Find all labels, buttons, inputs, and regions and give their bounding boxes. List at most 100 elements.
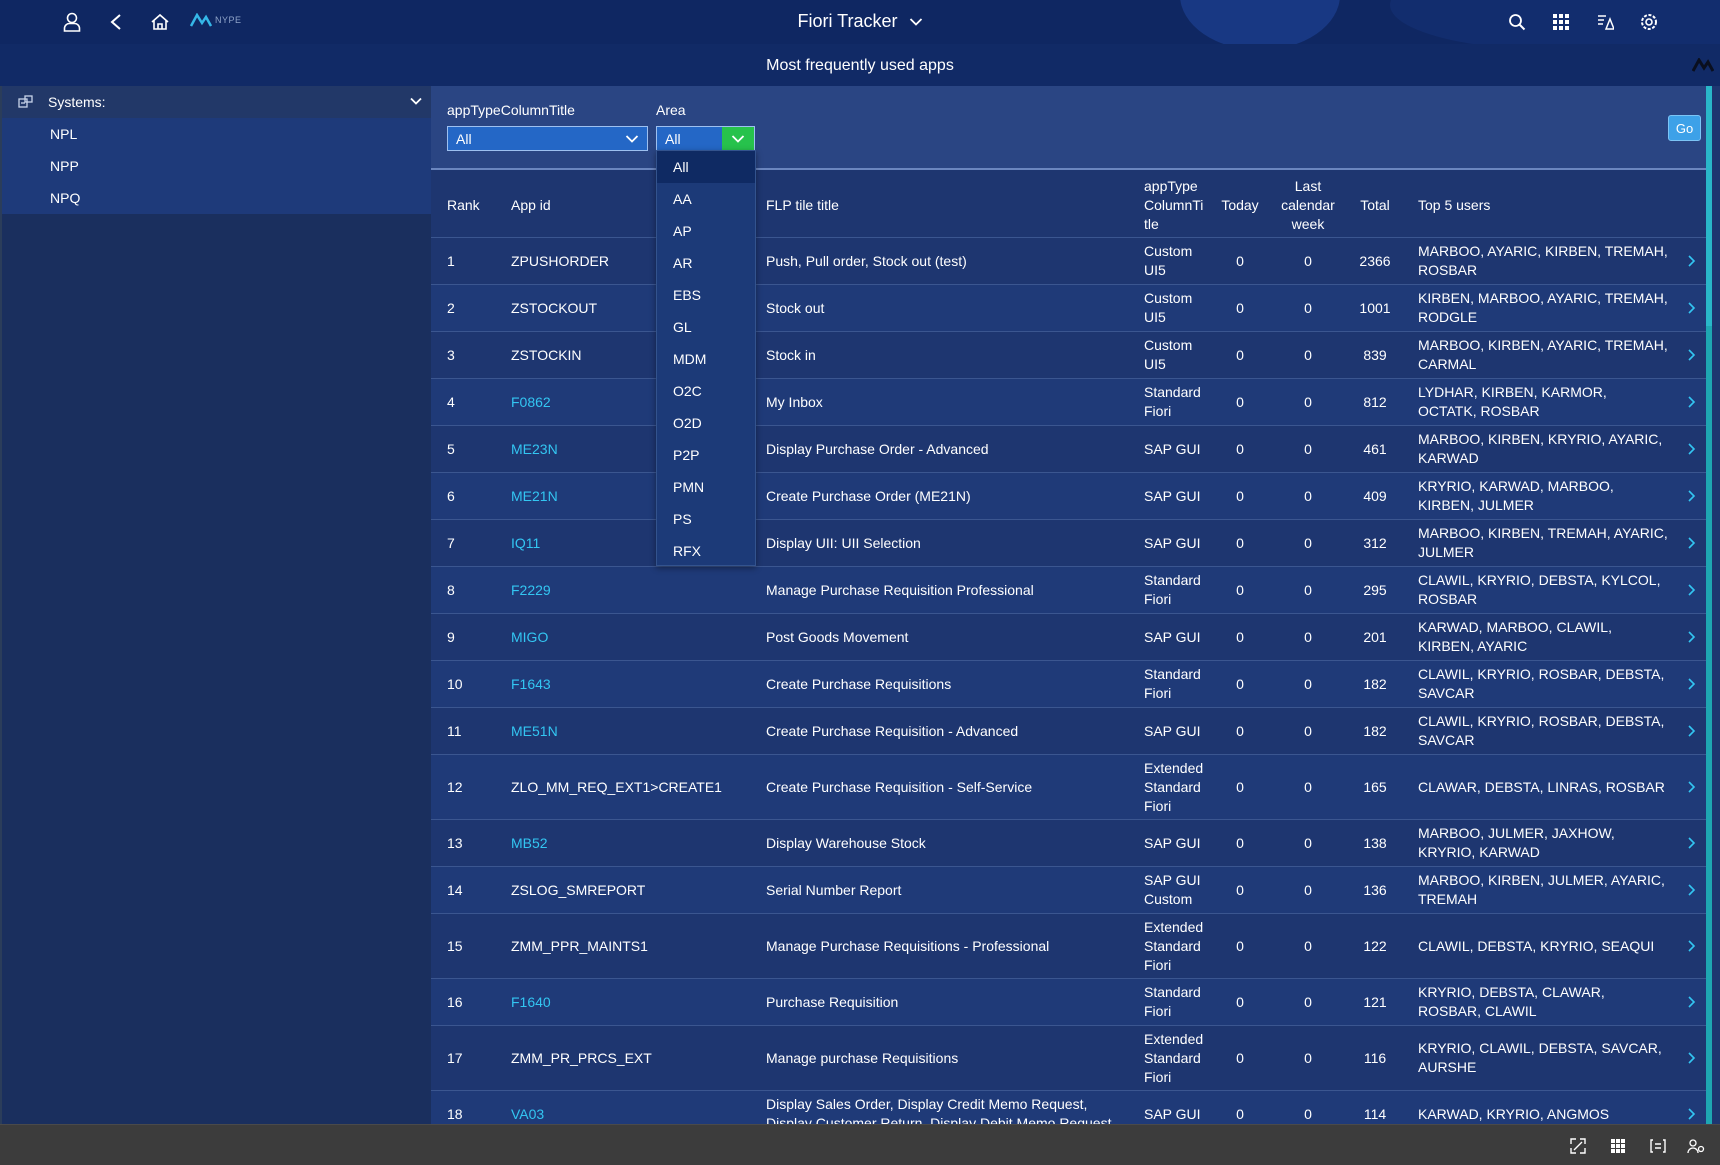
table-row[interactable]: 4 F0862 My Inbox Standard Fiori 0 0 812 LYDHAR,…	[431, 379, 1707, 426]
search-icon[interactable]	[1505, 10, 1529, 34]
area-dropdown-button[interactable]	[722, 127, 754, 150]
total-cell: 114	[1363, 1105, 1387, 1122]
table-row[interactable]: 10 F1643 Create Purchase Requisitions Stand…	[431, 661, 1707, 708]
app-finder-icon[interactable]	[1549, 10, 1573, 34]
table-row[interactable]: 12 ZLO_MM_REQ_EXT1>CREATE1 Create Purchase…	[431, 755, 1707, 820]
flp-title-cell: Create Purchase Requisition - Self-Servi…	[766, 778, 1033, 795]
chevron-down-icon[interactable]	[409, 94, 423, 108]
table-row[interactable]: 8 F2229 Manage Purchase Requisition Profes…	[431, 567, 1707, 614]
area-option-gl[interactable]: GL	[657, 311, 755, 343]
table-row[interactable]: 14 ZSLOG_SMREPORT Serial Number Report SAP …	[431, 867, 1707, 914]
fullscreen-icon[interactable]	[1568, 1136, 1588, 1156]
app-type-cell: SAP GUI	[1144, 440, 1201, 457]
flp-title-cell: Display UII: UII Selection	[766, 534, 921, 551]
area-option-mdm[interactable]: MDM	[657, 343, 755, 375]
chevron-right-icon[interactable]	[1687, 441, 1697, 457]
app-id-cell[interactable]: MIGO	[511, 614, 761, 660]
table-row[interactable]: 3 ZSTOCKIN Stock in Custom UI5 0 0 839 MARBOO, …	[431, 332, 1707, 379]
col-total[interactable]: Total	[1343, 172, 1407, 238]
chevron-right-icon[interactable]	[1687, 723, 1697, 739]
app-title-button[interactable]: Fiori Tracker	[797, 11, 922, 31]
table-row[interactable]: 1 ZPUSHORDER Push, Pull order, Stock out (…	[431, 238, 1707, 285]
chevron-right-icon[interactable]	[1687, 488, 1697, 504]
chevron-right-icon[interactable]	[1687, 394, 1697, 410]
col-last-week[interactable]: Last calendar week	[1276, 172, 1340, 238]
chevron-right-icon[interactable]	[1687, 535, 1697, 551]
vertical-scrollbar[interactable]	[1706, 86, 1712, 1124]
rank-cell: 16	[447, 993, 463, 1010]
app-type-cell: Extended Standard Fiori	[1144, 1030, 1204, 1085]
back-icon[interactable]	[104, 10, 128, 34]
area-option-o2d[interactable]: O2D	[657, 407, 755, 439]
col-today[interactable]: Today	[1208, 172, 1272, 238]
app-id-cell[interactable]: F2229	[511, 567, 761, 613]
chevron-right-icon[interactable]	[1687, 938, 1697, 954]
table-row[interactable]: 17 ZMM_PR_PRCS_EXT Manage purchase Requisi…	[431, 1026, 1707, 1091]
chevron-right-icon[interactable]	[1687, 882, 1697, 898]
table-row[interactable]: 18 VA03 Display Sales Order, Display Credi…	[431, 1091, 1707, 1124]
area-option-ps[interactable]: PS	[657, 503, 755, 535]
chevron-right-icon[interactable]	[1687, 779, 1697, 795]
col-app-type[interactable]: appType ColumnTi tle	[1144, 172, 1208, 238]
chevron-right-icon[interactable]	[1687, 994, 1697, 1010]
app-id-cell[interactable]: MB52	[511, 820, 761, 866]
table-row[interactable]: 7 IQ11 Display UII: UII Selection SAP GUI 0 0…	[431, 520, 1707, 567]
home-icon[interactable]	[148, 10, 172, 34]
area-option-pmn[interactable]: PMN	[657, 471, 755, 503]
col-flp-title[interactable]: FLP tile title	[766, 172, 1066, 238]
chevron-right-icon[interactable]	[1687, 835, 1697, 851]
chevron-right-icon[interactable]	[1687, 1106, 1697, 1122]
app-id-cell[interactable]: F1643	[511, 661, 761, 707]
chevron-right-icon[interactable]	[1687, 582, 1697, 598]
today-cell: 0	[1236, 487, 1244, 504]
flp-title-cell: Create Purchase Requisitions	[766, 675, 952, 692]
col-top-users[interactable]: Top 5 users	[1418, 172, 1678, 238]
go-button[interactable]: Go	[1668, 115, 1701, 141]
area-select[interactable]: All	[656, 126, 755, 151]
app-id-cell[interactable]: VA03	[511, 1091, 761, 1124]
notifications-icon[interactable]	[1593, 10, 1617, 34]
settings-icon[interactable]	[1637, 10, 1661, 34]
grid-icon[interactable]	[1608, 1136, 1628, 1156]
app-id-cell[interactable]: ME51N	[511, 708, 761, 754]
area-option-ap[interactable]: AP	[657, 215, 755, 247]
chevron-right-icon[interactable]	[1687, 253, 1697, 269]
table-row[interactable]: 6 ME21N Create Purchase Order (ME21N) SAP G…	[431, 473, 1707, 520]
table-row[interactable]: 11 ME51N Create Purchase Requisition - Adv…	[431, 708, 1707, 755]
last-week-cell: 0	[1304, 1105, 1312, 1122]
flp-title-cell: Serial Number Report	[766, 881, 902, 898]
sidebar-item-npp[interactable]: NPP	[2, 150, 431, 182]
app-id-cell: ZLO_MM_REQ_EXT1>CREATE1	[511, 778, 722, 795]
user-icon[interactable]	[60, 10, 84, 34]
table-row[interactable]: 16 F1640 Purchase Requisition Standard Fior…	[431, 979, 1707, 1026]
table-row[interactable]: 15 ZMM_PPR_MAINTS1 Manage Purchase Requisi…	[431, 914, 1707, 979]
chevron-right-icon[interactable]	[1687, 300, 1697, 316]
apptype-select[interactable]: All	[447, 126, 648, 151]
scrollbar-track[interactable]	[1706, 326, 1712, 1124]
area-option-rfx[interactable]: RFX	[657, 535, 755, 567]
sidebar-item-npq[interactable]: NPQ	[2, 182, 431, 214]
table-row[interactable]: 2 ZSTOCKOUT Stock out Custom UI5 0 0 1001 KIRBE…	[431, 285, 1707, 332]
area-option-aa[interactable]: AA	[657, 183, 755, 215]
systems-header[interactable]: Systems:	[2, 86, 431, 118]
area-option-p2p[interactable]: P2P	[657, 439, 755, 471]
chevron-right-icon[interactable]	[1687, 676, 1697, 692]
chevron-right-icon[interactable]	[1687, 629, 1697, 645]
today-cell: 0	[1236, 993, 1244, 1010]
list-icon[interactable]	[1648, 1136, 1668, 1156]
area-option-ar[interactable]: AR	[657, 247, 755, 279]
table-row[interactable]: 13 MB52 Display Warehouse Stock SAP GUI 0 0 13…	[431, 820, 1707, 867]
area-option-o2c[interactable]: O2C	[657, 375, 755, 407]
sidebar-item-npl[interactable]: NPL	[2, 118, 431, 150]
col-rank[interactable]: Rank	[447, 172, 497, 238]
area-option-ebs[interactable]: EBS	[657, 279, 755, 311]
table-row[interactable]: 9 MIGO Post Goods Movement SAP GUI 0 0 201 KARW…	[431, 614, 1707, 661]
chevron-right-icon[interactable]	[1687, 1050, 1697, 1066]
user-settings-icon[interactable]	[1686, 1136, 1706, 1156]
chevron-right-icon[interactable]	[1687, 347, 1697, 363]
table-row[interactable]: 5 ME23N Display Purchase Order - Advanced S…	[431, 426, 1707, 473]
app-id-cell[interactable]: F1640	[511, 979, 761, 1025]
apptype-dropdown-button[interactable]	[617, 127, 647, 150]
area-option-all[interactable]: All	[657, 151, 755, 183]
scrollbar-thumb[interactable]	[1706, 86, 1712, 326]
